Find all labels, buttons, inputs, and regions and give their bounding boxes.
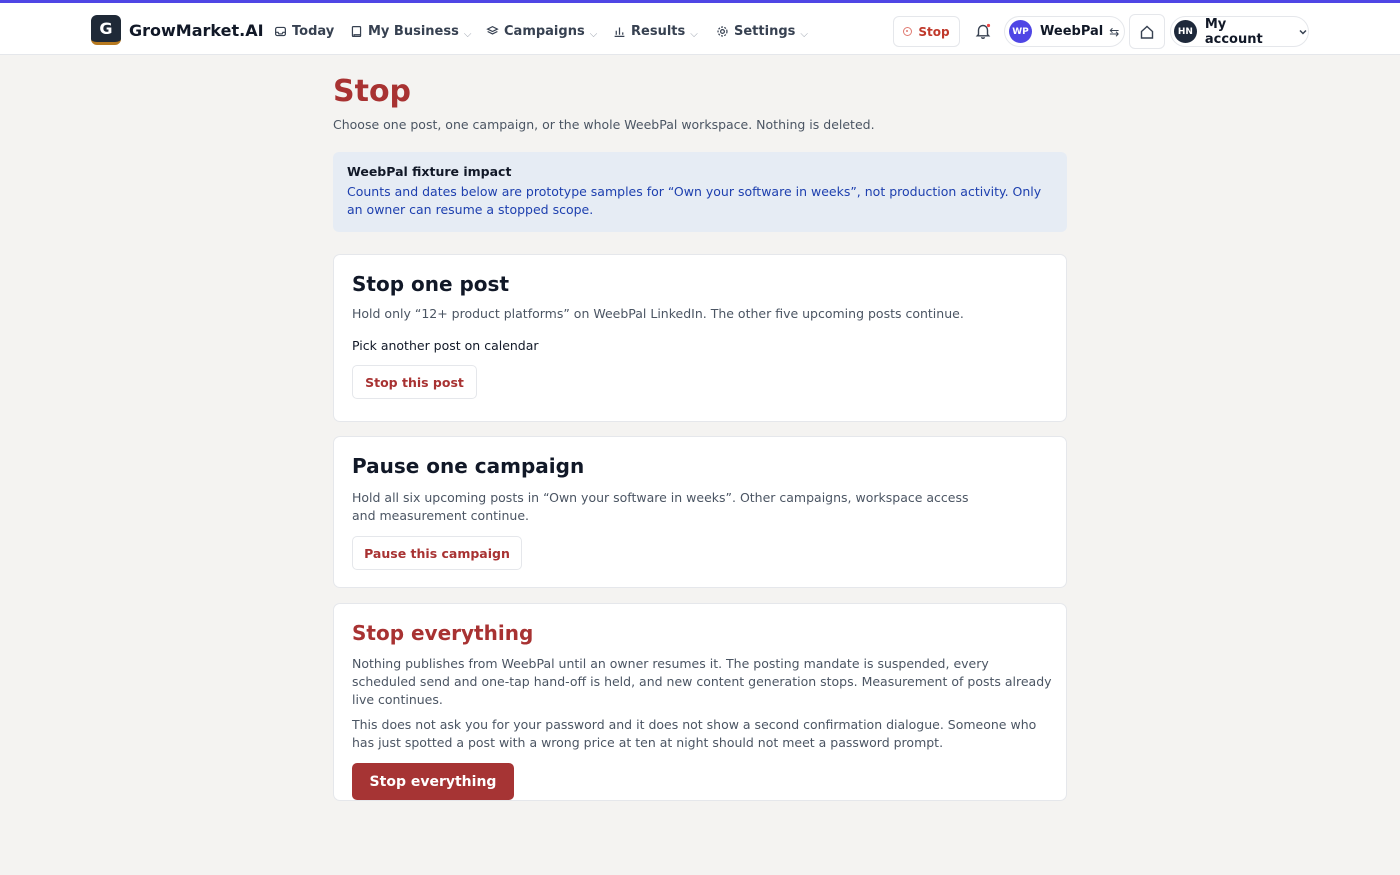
nav-today-label: Today [292,23,335,39]
notice-title: WeebPal fixture impact [347,164,512,179]
chevron-down-icon: ⌵ [690,28,698,40]
stop-everything-note: This does not ask you for your password … [352,717,1037,750]
stop-everything-card: Stop everything Nothing publishes from W… [333,603,1067,801]
nav-settings-label: Settings [734,23,796,39]
workspace-avatar: WP [1009,20,1032,43]
chevron-down-icon [1299,29,1307,35]
stop-post-description: Hold only “12+ product platforms” on Wee… [352,306,964,321]
account-label: My account [1204,16,1263,47]
workspace-name: WeebPal [1040,24,1104,39]
chevron-down-icon: ⌵ [463,28,472,40]
pause-this-campaign-button[interactable]: Pause this campaign [352,536,522,570]
home-icon [1140,25,1154,39]
nav-results-label: Results [631,23,686,39]
swap-icon: ⇆ [1109,24,1120,39]
chevron-down-icon: ⌵ [589,28,598,40]
page-subtitle: Choose one post, one campaign, or the wh… [333,117,875,132]
stop-icon [903,27,913,36]
nav-my-business[interactable]: My Business ⌵ [350,20,471,42]
stop-everything-button[interactable]: Stop everything [352,763,514,800]
stop-everything-description: Nothing publishes from WeebPal until an … [352,656,1052,707]
nav-settings[interactable]: Settings ⌵ [716,20,808,42]
stop-post-card: Stop one post Hold only “12+ product pla… [333,254,1067,422]
stop-this-post-button[interactable]: Stop this post [352,365,477,399]
page-title: Stop [333,74,412,109]
stop-button-label: Stop [918,24,950,39]
nav-today[interactable]: Today [274,20,334,42]
top-navigation-bar: G GrowMarket.AI Today My Business ⌵ Camp… [0,0,1400,55]
pause-campaign-card: Pause one campaign Hold all six upcoming… [333,436,1067,588]
stop-post-title: Stop one post [352,272,510,296]
nav-my-business-label: My Business [368,23,459,39]
bar-chart-icon [614,26,625,37]
inbox-icon [275,26,286,36]
notice-body: Counts and dates below are prototype sam… [347,184,1042,217]
fixture-notice: WeebPal fixture impact Counts and dates … [333,152,1067,232]
workspace-switcher[interactable]: WP WeebPal ⇆ [1004,16,1125,47]
account-menu[interactable]: HN My account [1170,16,1309,47]
bell-icon[interactable] [974,22,992,40]
account-avatar: HN [1174,20,1197,43]
stop-everything-title: Stop everything [352,621,534,645]
nav-campaigns-label: Campaigns [504,23,585,39]
pause-campaign-title: Pause one campaign [352,454,585,478]
layers-icon [486,25,499,35]
brand-logo[interactable]: G GrowMarket.AI [91,14,264,46]
home-button[interactable] [1129,14,1165,49]
nav-campaigns[interactable]: Campaigns ⌵ [486,20,597,42]
brand-name: GrowMarket.AI [129,20,264,40]
book-icon [351,25,362,37]
nav-results[interactable]: Results ⌵ [613,20,698,42]
chevron-down-icon: ⌵ [800,28,808,40]
stop-button[interactable]: Stop [893,16,960,47]
gear-icon [717,25,728,37]
pause-campaign-description: Hold all six upcoming posts in “Own your… [352,490,969,523]
brand-mark: G [91,15,121,45]
pick-another-post-link[interactable]: Pick another post on calendar [352,338,1048,353]
